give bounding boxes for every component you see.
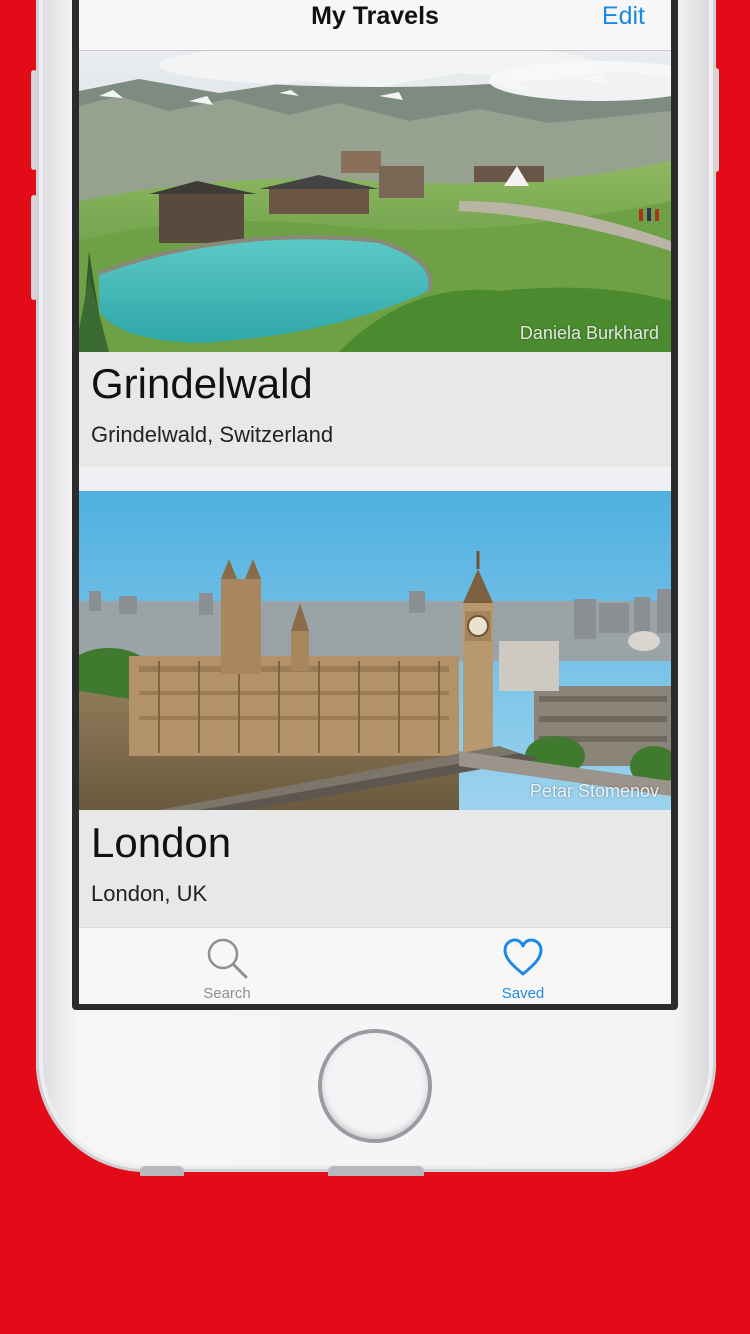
page-title: My Travels	[311, 2, 439, 30]
photo-credit: Petar Stomenov	[529, 781, 659, 801]
tab-search-label: Search	[203, 985, 251, 1002]
phone-bottom-port	[140, 1166, 184, 1176]
phone-side-button	[31, 195, 37, 300]
phone-bottom-port	[328, 1166, 424, 1176]
london-westminster-image	[79, 491, 671, 810]
navigation-bar: My Travels Edit	[79, 0, 671, 51]
photo-credit: Daniela Burkhard	[519, 323, 659, 343]
place-location: London, UK	[91, 881, 208, 906]
tab-saved[interactable]: Saved	[375, 928, 671, 1004]
grindelwald-landscape-image	[79, 51, 671, 352]
place-name: Grindelwald	[91, 360, 313, 407]
phone-side-button	[31, 70, 37, 170]
place-location: Grindelwald, Switzerland	[91, 422, 334, 447]
place-photo: Petar Stomenov	[79, 491, 671, 810]
app-store-screenshot: My Travels Edit Daniela Burkhard Grindel…	[0, 0, 750, 1334]
place-name: London	[91, 819, 232, 866]
phone-side-button	[713, 68, 719, 172]
tab-search[interactable]: Search	[79, 928, 375, 1004]
app-screen: My Travels Edit Daniela Burkhard Grindel…	[79, 0, 671, 1004]
home-button[interactable]	[322, 1033, 428, 1139]
place-card[interactable]: Daniela Burkhard Grindelwald Grindelwald…	[79, 51, 671, 467]
tab-bar: Search Saved	[79, 927, 671, 1004]
tab-saved-label: Saved	[501, 985, 545, 1002]
heart-icon	[503, 938, 543, 976]
place-photo: Daniela Burkhard	[79, 51, 671, 352]
edit-button[interactable]: Edit	[602, 0, 645, 32]
place-card[interactable]: Petar Stomenov London London, UK	[79, 491, 671, 927]
search-icon	[207, 938, 248, 979]
